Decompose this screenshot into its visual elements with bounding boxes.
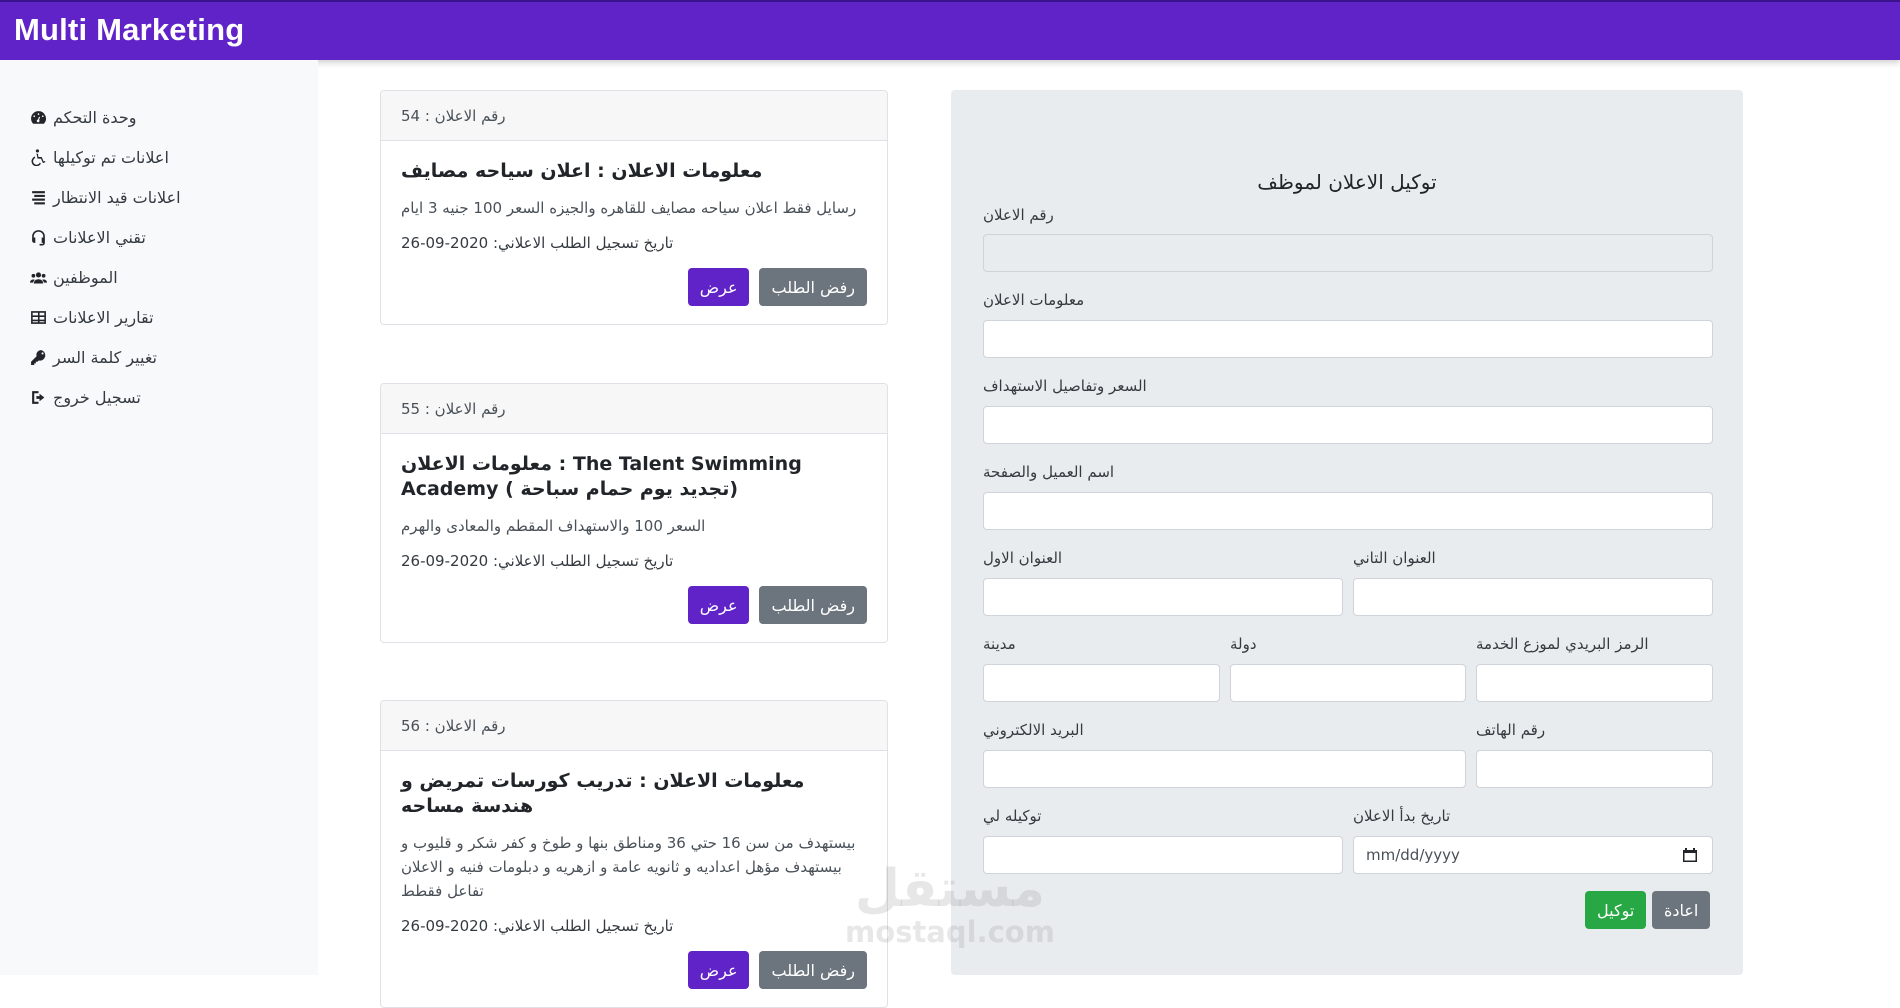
sidebar-item-label: تغيير كلمة السر [53,347,157,367]
country-field[interactable] [1230,664,1466,702]
ad-info-field[interactable] [983,320,1713,358]
client-label: اسم العميل والصفحة [983,463,1115,481]
brand-logo[interactable]: Multi Marketing [14,12,244,48]
view-button[interactable]: عرض [687,586,750,624]
assign-to-field[interactable] [983,836,1343,874]
start-date-field[interactable]: mm/dd/yyyy [1353,836,1713,874]
price-label: السعر وتفاصيل الاستهداف [983,377,1147,395]
address1-field[interactable] [983,578,1343,616]
ad-request-date: تاريخ تسجيل الطلب الاعلاني: 2020-09-26 [401,234,674,252]
sidebar-item-ad-technicians[interactable]: تقني الاعلانات [30,217,181,257]
date-placeholder: mm/dd/yyyy [1366,846,1460,864]
city-field[interactable] [983,664,1220,702]
reject-button[interactable]: رفض الطلب [759,268,867,306]
sidebar-item-label: اعلانات قيد الانتظار [53,187,181,207]
sidebar-item-label: الموظفين [53,267,118,287]
ad-card: رقم الاعلان : 54 معلومات الاعلان : اعلان… [380,90,888,325]
sidebar-item-label: اعلانات تم توكيلها [53,147,169,167]
address2-field[interactable] [1353,578,1713,616]
ad-description: رسايل فقط اعلان سياحه مصايف للقاهره والج… [401,199,857,217]
headset-icon [32,229,45,245]
ad-card: رقم الاعلان : 55 معلومات الاعلان : The T… [380,383,888,643]
ad-title: معلومات الاعلان : تدريب كورسات تمريض و ه… [401,770,805,817]
assign-to-label: توكيله لي [983,807,1042,825]
reject-button[interactable]: رفض الطلب [759,951,867,989]
view-button[interactable]: عرض [687,951,750,989]
email-field[interactable] [983,750,1466,788]
sidebar-item-change-password[interactable]: تغيير كلمة السر [30,337,181,377]
sidebar-item-label: تقني الاعلانات [53,227,146,247]
calendar-icon[interactable] [1682,847,1698,863]
form-title: توكيل الاعلان لموظف [1257,170,1437,194]
ad-info-label: معلومات الاعلان [983,291,1085,309]
country-label: دولة [1230,635,1257,653]
ad-number-header: رقم الاعلان : 56 [381,701,887,751]
ad-number-label: رقم الاعلان [983,206,1054,224]
list-icon [32,190,45,204]
sidebar: وحدة التحكم اعلانات تم توكيلها اعلانات ق… [0,60,318,975]
sidebar-item-employees[interactable]: الموظفين [30,257,181,297]
address1-label: العنوان الاول [983,549,1063,567]
start-date-label: تاريخ بدأ الاعلان [1353,807,1451,825]
sidebar-item-logout[interactable]: تسجيل خروج [30,377,181,417]
top-navbar: Multi Marketing [0,0,1900,60]
table-icon [31,310,46,324]
client-field[interactable] [983,492,1713,530]
sidebar-item-label: وحدة التحكم [53,107,137,127]
dashboard-icon [31,110,46,124]
logout-icon [32,390,45,404]
sidebar-item-dashboard[interactable]: وحدة التحكم [30,97,181,137]
ad-title: معلومات الاعلان : اعلان سياحه مصايف [401,160,763,182]
users-icon [30,271,47,283]
sidebar-item-assigned-ads[interactable]: اعلانات تم توكيلها [30,137,181,177]
phone-label: رقم الهاتف [1476,721,1546,739]
price-field[interactable] [983,406,1713,444]
ad-number-field [983,234,1713,272]
sidebar-item-ad-reports[interactable]: تقارير الاعلانات [30,297,181,337]
assign-ad-form: توكيل الاعلان لموظف رقم الاعلان معلومات … [951,90,1743,975]
wheelchair-icon [31,148,46,166]
sidebar-item-label: تقارير الاعلانات [53,307,154,327]
ad-number-header: رقم الاعلان : 54 [381,91,887,141]
reset-button[interactable]: اعادة [1652,891,1711,929]
ad-description: بيستهدف من سن 16 حتي 36 ومناطق بنها و طو… [401,834,856,900]
zip-field[interactable] [1476,664,1713,702]
ad-request-date: تاريخ تسجيل الطلب الاعلاني: 2020-09-26 [401,552,674,570]
view-button[interactable]: عرض [687,268,750,306]
ad-title: معلومات الاعلان : The Talent Swimming Ac… [401,453,802,500]
ad-card: رقم الاعلان : 56 معلومات الاعلان : تدريب… [380,700,888,1008]
assign-button[interactable]: توكيل [1585,891,1647,929]
city-label: مدينة [983,635,1016,653]
reject-button[interactable]: رفض الطلب [759,586,867,624]
sidebar-item-label: تسجيل خروج [53,387,141,407]
key-icon [31,349,46,365]
address2-label: العنوان التاني [1353,549,1436,567]
email-label: البريد الالكتروني [983,721,1084,739]
phone-field[interactable] [1476,750,1713,788]
ad-request-date: تاريخ تسجيل الطلب الاعلاني: 2020-09-26 [401,917,674,935]
ad-number-header: رقم الاعلان : 55 [381,384,887,434]
sidebar-item-pending-ads[interactable]: اعلانات قيد الانتظار [30,177,181,217]
ad-description: السعر 100 والاستهداف المقطم والمعادى وال… [401,517,706,535]
zip-label: الرمز البريدي لموزع الخدمة [1476,635,1649,653]
